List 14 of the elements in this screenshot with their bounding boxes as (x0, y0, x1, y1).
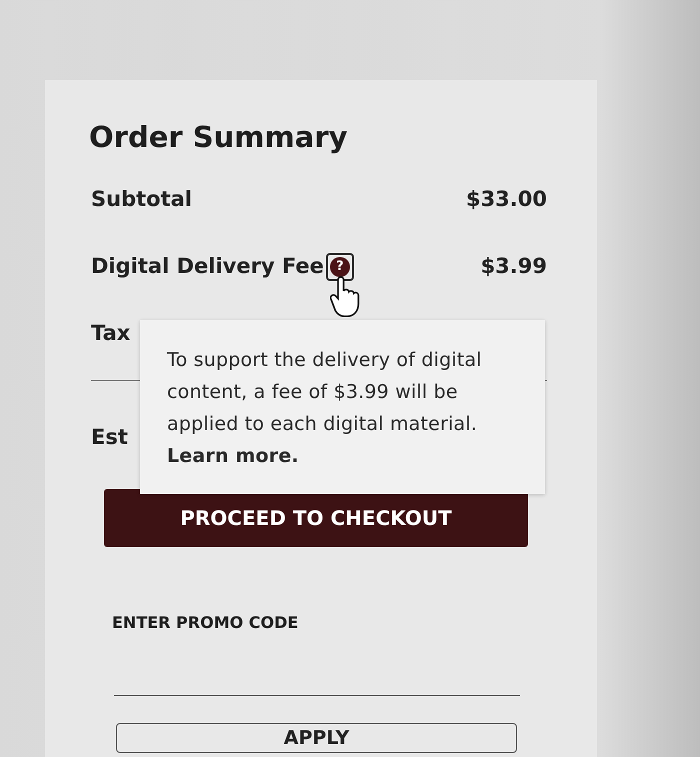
total-label: Est (91, 424, 128, 452)
line-label: Subtotal (91, 186, 192, 214)
line-label: Tax (91, 320, 130, 348)
order-summary-title: Order Summary (89, 119, 349, 156)
apply-button[interactable]: APPLY (116, 723, 517, 753)
line-label: Digital Delivery Fee (91, 253, 324, 280)
promo-code-label: ENTER PROMO CODE (112, 613, 300, 633)
learn-more-link[interactable]: Learn more. (167, 440, 299, 472)
help-button[interactable]: ? (326, 253, 354, 281)
line-amount: $3.99 (480, 253, 547, 280)
checkout-button[interactable]: PROCEED TO CHECKOUT (104, 489, 528, 547)
hand-cursor-icon (330, 276, 360, 317)
tooltip-text: To support the delivery of digital content, a fee of $3.99 will be applied to each digital material. (167, 348, 483, 437)
line-amount: $33.00 (466, 186, 547, 214)
